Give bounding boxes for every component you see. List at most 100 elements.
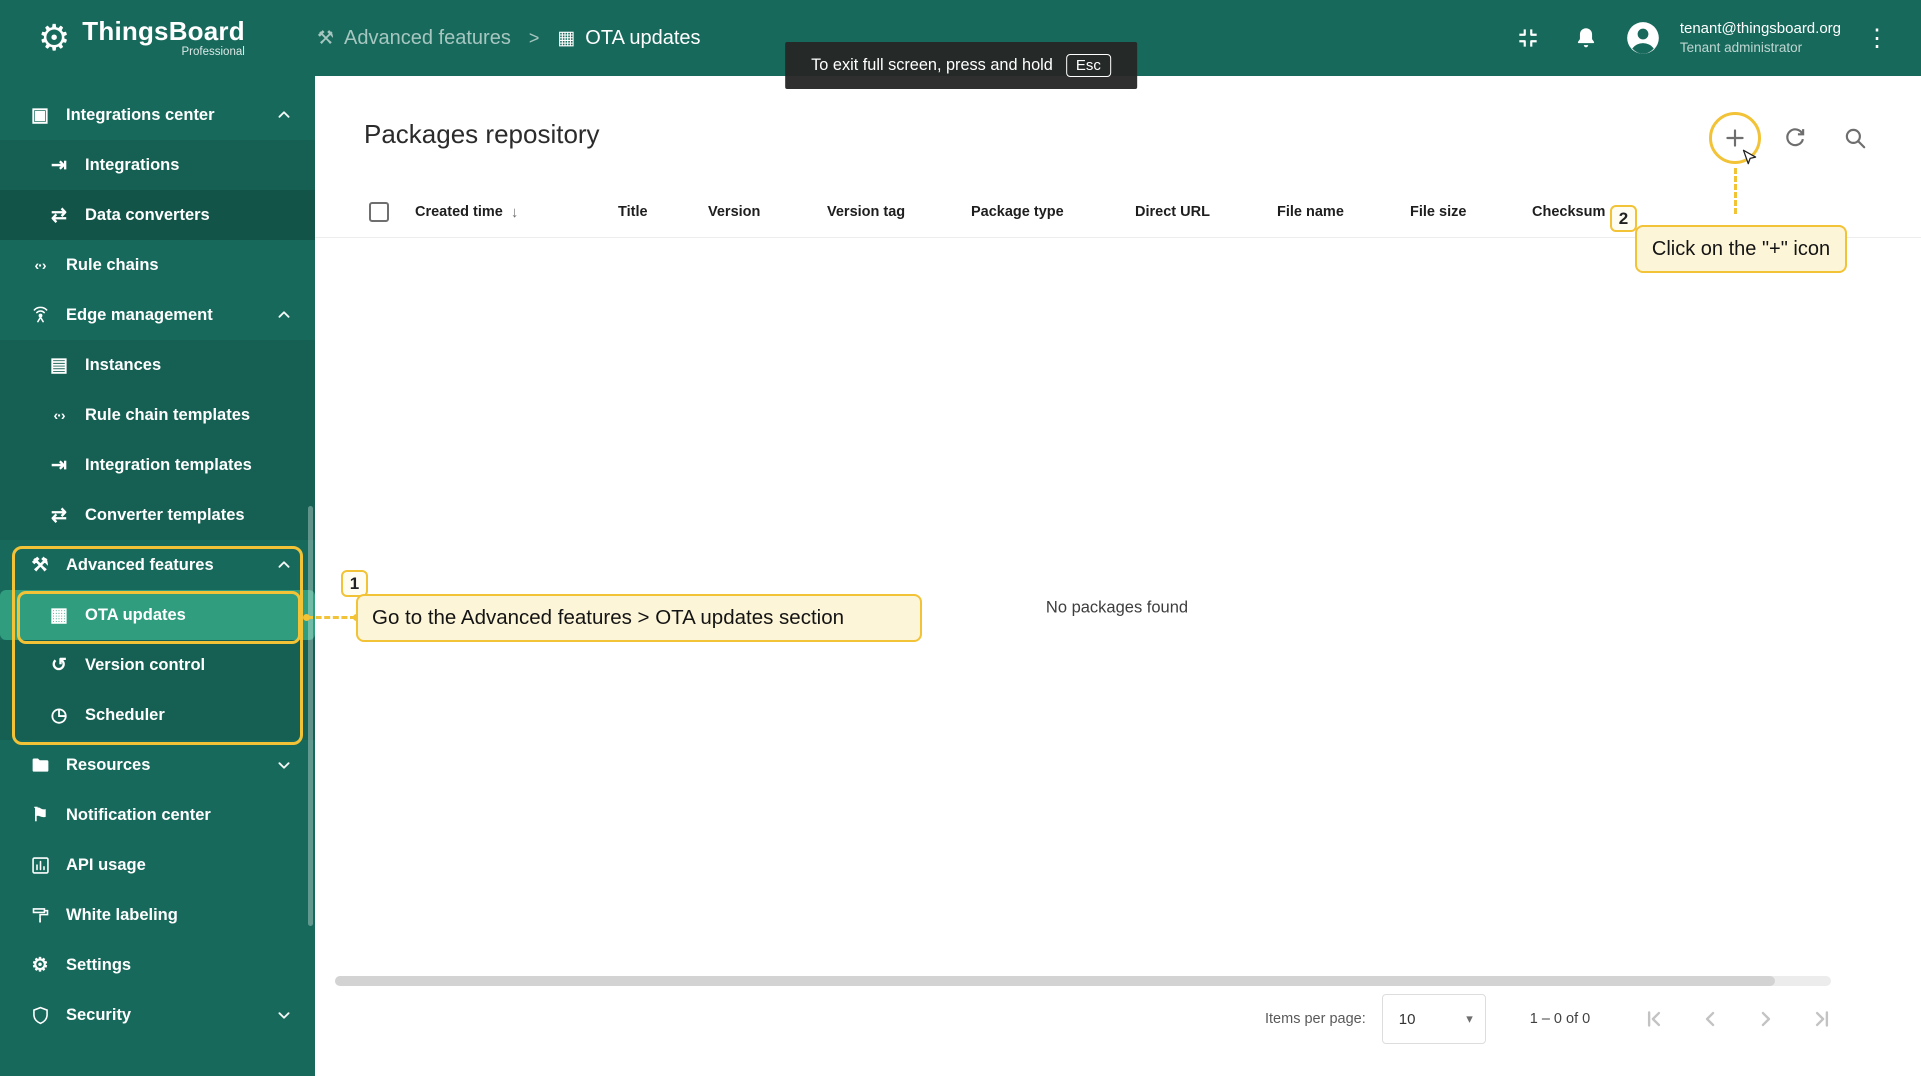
converter-templates-icon: ⇄ xyxy=(51,504,67,526)
column-header-file-name[interactable]: File name xyxy=(1277,186,1344,238)
column-header-title[interactable]: Title xyxy=(618,186,648,238)
paginator: Items per page: 10 ▾ 1 – 0 of 0 xyxy=(1265,993,1844,1045)
sidebar-item-label: Integration templates xyxy=(85,455,252,474)
fullscreen-exit-tooltip: To exit full screen, press and hold Esc xyxy=(785,42,1137,89)
sidebar-item-settings[interactable]: ⚙ Settings xyxy=(0,940,315,990)
sidebar-item-label: Instances xyxy=(85,355,162,374)
sidebar-item-rule-chains[interactable]: ‹·› Rule chains xyxy=(0,240,315,290)
sidebar-item-integrations[interactable]: ⇥ Integrations xyxy=(0,140,315,190)
cursor-icon xyxy=(1738,148,1760,170)
breadcrumb-section[interactable]: Advanced features xyxy=(344,27,511,50)
sidebar-item-label: Rule chain templates xyxy=(85,405,251,424)
search-button[interactable] xyxy=(1835,118,1875,158)
column-header-checksum[interactable]: Checksum xyxy=(1532,186,1605,238)
bell-icon xyxy=(1573,25,1599,51)
breadcrumb-page: OTA updates xyxy=(585,26,701,49)
fullscreen-exit-icon xyxy=(1515,25,1541,51)
first-page-button[interactable] xyxy=(1632,997,1676,1041)
select-all-checkbox[interactable] xyxy=(369,202,389,222)
empty-state-text: No packages found xyxy=(1045,598,1189,617)
data-converters-icon: ⇄ xyxy=(51,204,67,226)
sidebar-item-label: White labeling xyxy=(66,905,178,924)
gear-icon: ⚙ xyxy=(31,954,49,976)
horizontal-scrollbar xyxy=(335,976,1831,986)
chart-icon xyxy=(28,855,52,876)
thingsboard-logo[interactable]: ⚙ ThingsBoard Professional xyxy=(0,15,277,59)
folder-icon xyxy=(28,755,52,776)
kebab-menu-icon[interactable]: ⋮ xyxy=(1863,24,1891,53)
sidebar-item-label: Edge management xyxy=(66,305,213,324)
last-page-icon xyxy=(1809,1006,1835,1032)
column-header-file-size[interactable]: File size xyxy=(1410,186,1466,238)
notifications-button[interactable] xyxy=(1566,18,1606,58)
avatar[interactable] xyxy=(1624,19,1662,57)
sort-desc-icon: ↓ xyxy=(510,203,519,221)
chevron-down-icon xyxy=(273,754,295,776)
annotation-advanced-features-outline xyxy=(12,546,303,745)
annotation-dashed-line-vertical xyxy=(1734,168,1737,214)
items-per-page-select[interactable]: 10 ▾ xyxy=(1381,994,1486,1044)
paint-roller-icon xyxy=(28,905,52,926)
chevron-left-icon xyxy=(1697,1006,1723,1032)
sidebar-item-rule-chain-templates[interactable]: ‹·› Rule chain templates xyxy=(0,390,315,440)
integrations-icon: ⇥ xyxy=(51,154,67,176)
annotation-dashed-connector xyxy=(303,614,360,621)
shield-icon xyxy=(28,1005,52,1026)
sidebar-item-instances[interactable]: ▤ Instances xyxy=(0,340,315,390)
sidebar-item-white-labeling[interactable]: White labeling xyxy=(0,890,315,940)
column-header-direct-url[interactable]: Direct URL xyxy=(1135,186,1210,238)
flag-icon: ⚑ xyxy=(31,804,49,826)
logo-subtitle: Professional xyxy=(181,46,245,59)
sidebar-item-notification-center[interactable]: ⚑ Notification center xyxy=(0,790,315,840)
column-header-version-tag[interactable]: Version tag xyxy=(827,186,905,238)
sidebar-item-data-converters[interactable]: ⇄ Data converters xyxy=(0,190,315,240)
annotation-ota-updates-outline xyxy=(17,591,301,644)
last-page-button[interactable] xyxy=(1800,997,1844,1041)
exit-fullscreen-button[interactable] xyxy=(1508,18,1548,58)
annotation-step2-badge: 2 xyxy=(1610,205,1637,232)
chevron-up-icon xyxy=(273,304,295,326)
first-page-icon xyxy=(1641,1006,1667,1032)
integrations-center-icon: ▣ xyxy=(31,104,49,126)
sidebar-item-label: Settings xyxy=(66,955,132,974)
breadcrumb: ⚒ Advanced features > ▦ OTA updates xyxy=(317,27,701,50)
sidebar-scrollbar[interactable] xyxy=(308,506,313,926)
sidebar-item-label: Resources xyxy=(66,755,151,774)
chevron-up-icon xyxy=(273,104,295,126)
user-role: Tenant administrator xyxy=(1679,40,1803,56)
column-header-created-time[interactable]: Created time ↓ xyxy=(415,186,518,238)
column-header-package-type[interactable]: Package type xyxy=(971,186,1064,238)
chevron-down-icon xyxy=(273,1004,295,1026)
items-per-page-value: 10 xyxy=(1398,1010,1416,1028)
esc-key-badge: Esc xyxy=(1065,54,1111,77)
sidebar-item-converter-templates[interactable]: ⇄ Converter templates xyxy=(0,490,315,540)
column-header-version[interactable]: Version xyxy=(708,186,760,238)
tooltip-text: To exit full screen, press and hold xyxy=(811,56,1053,74)
topbar-actions: tenant@thingsboard.org Tenant administra… xyxy=(1508,18,1921,58)
sidebar-item-edge-management[interactable]: Edge management xyxy=(0,290,315,340)
sidebar-item-integrations-center[interactable]: ▣ Integrations center xyxy=(0,90,315,140)
previous-page-button[interactable] xyxy=(1688,997,1732,1041)
sidebar-item-label: Integrations xyxy=(85,155,180,174)
sidebar-item-integration-templates[interactable]: ⇥ Integration templates xyxy=(0,440,315,490)
sidebar-item-security[interactable]: Security xyxy=(0,990,315,1040)
page-range-label: 1 – 0 of 0 xyxy=(1529,1011,1591,1027)
refresh-button[interactable] xyxy=(1775,118,1815,158)
edge-management-icon xyxy=(28,305,52,326)
user-info[interactable]: tenant@thingsboard.org Tenant administra… xyxy=(1680,19,1841,57)
sidebar-item-resources[interactable]: Resources xyxy=(0,740,315,790)
breadcrumb-separator-icon: > xyxy=(528,27,540,48)
refresh-icon xyxy=(1782,125,1808,151)
sidebar-item-label: Integrations center xyxy=(66,105,215,124)
next-page-button[interactable] xyxy=(1744,997,1788,1041)
sidebar-item-label: Converter templates xyxy=(85,505,245,524)
horizontal-scrollbar-thumb[interactable] xyxy=(335,976,1775,986)
pagination-controls xyxy=(1632,997,1844,1041)
sidebar-item-label: Security xyxy=(66,1005,132,1024)
rule-chain-templates-icon: ‹·› xyxy=(53,407,66,423)
logo-title: ThingsBoard xyxy=(82,15,245,46)
user-email: tenant@thingsboard.org xyxy=(1679,19,1841,37)
sidebar-item-api-usage[interactable]: API usage xyxy=(0,840,315,890)
annotation-step2-label: Click on the "+" icon xyxy=(1635,225,1847,273)
sidebar-item-label: Notification center xyxy=(66,805,211,824)
